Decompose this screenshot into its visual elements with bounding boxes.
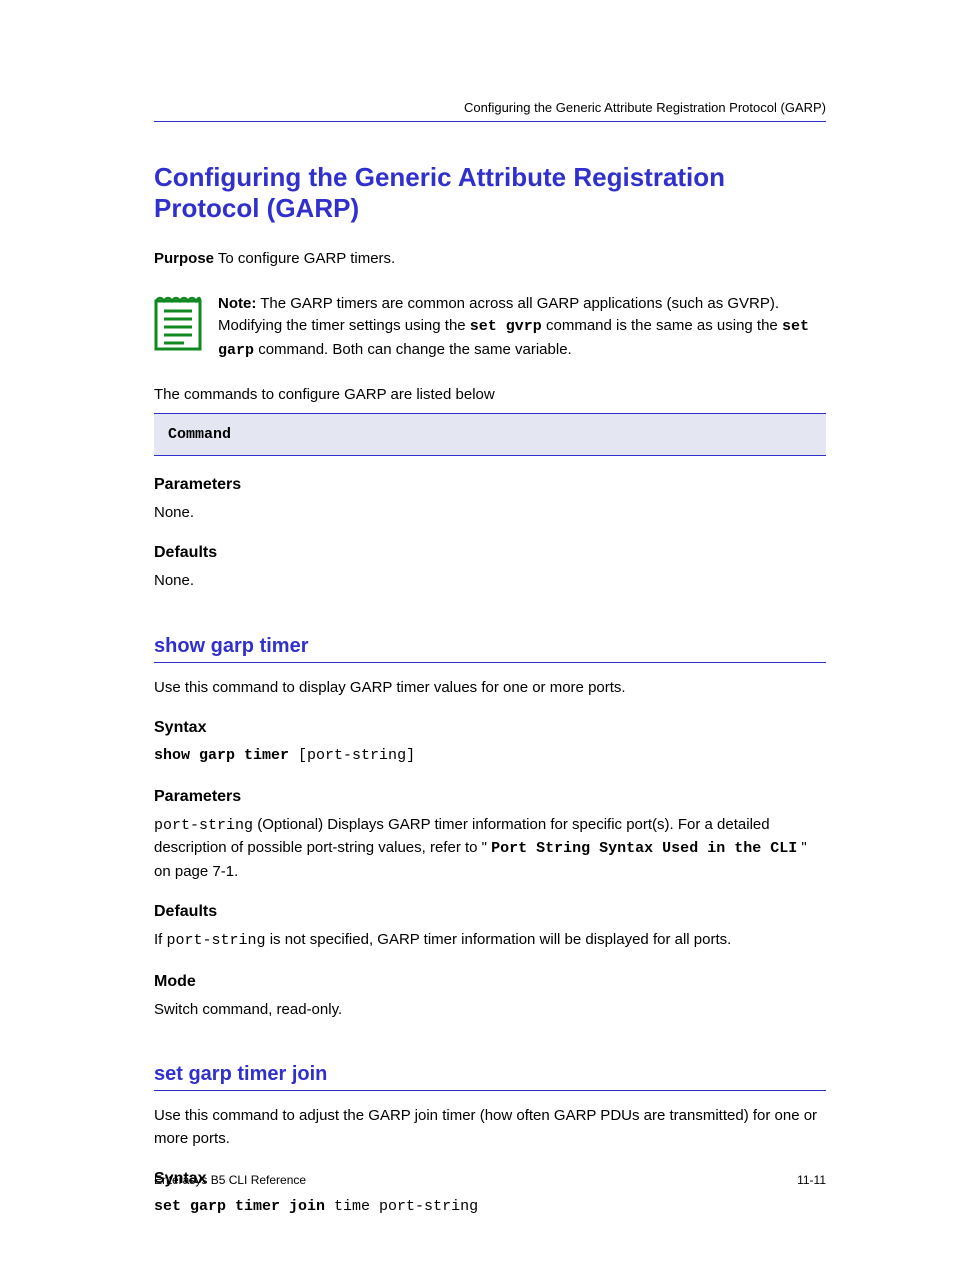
command-title-show-garp: show garp timer	[154, 635, 826, 658]
section-heading: Configuring the Generic Attribute Regist…	[154, 162, 826, 224]
purpose-label: Purpose	[154, 250, 214, 267]
note-label: Note:	[218, 295, 256, 312]
note-text-part3: command. Both can change the same variab…	[258, 341, 572, 358]
commands-intro-line: The commands to configure GARP are liste…	[154, 384, 826, 407]
command-title-set-garp: set garp timer join	[154, 1063, 826, 1086]
note-text-cmd1: set gvrp	[470, 318, 542, 335]
cmd1-defaults-p2: is not specified, GARP timer information…	[270, 931, 732, 948]
subhead-parameters: Parameters	[154, 476, 826, 494]
cmd1-syntax: show garp timer [port-string]	[154, 745, 826, 768]
subhead-defaults: Defaults	[154, 544, 826, 562]
page-footer: Enterasys B5 CLI Reference 11-11	[154, 1173, 826, 1187]
footer-page-number: 11-11	[797, 1173, 826, 1187]
command-title-rule-1	[154, 662, 826, 663]
subhead-syntax-1: Syntax	[154, 719, 826, 737]
subhead-parameters-1: Parameters	[154, 788, 826, 806]
section-running-header: Configuring the Generic Attribute Regist…	[154, 100, 826, 115]
cmd2-description: Use this command to adjust the GARP join…	[154, 1105, 826, 1150]
subhead-mode-1: Mode	[154, 973, 826, 991]
footer-doc-title: Enterasys B5 CLI Reference	[154, 1173, 306, 1187]
command-block: Command	[154, 413, 826, 456]
note-text-part2: command is the same as using the	[546, 317, 782, 334]
cmd1-mode: Switch command, read-only.	[154, 999, 826, 1022]
section-purpose-paragraph: Purpose To configure GARP timers.	[154, 248, 826, 271]
note-callout: Note: The GARP timers are common across …	[154, 293, 826, 363]
cmd2-syntax-fixed: set garp timer join	[154, 1198, 325, 1215]
cmd1-defaults: If port-string is not specified, GARP ti…	[154, 929, 826, 953]
cmd1-defaults-portstring: port-string	[167, 932, 266, 949]
command-title-rule-2	[154, 1090, 826, 1091]
header-rule	[154, 121, 826, 122]
cmd1-parameters: port-string (Optional) Displays GARP tim…	[154, 814, 826, 884]
purpose-text: To configure GARP timers.	[218, 250, 395, 267]
cmd2-syntax: set garp timer join time port-string	[154, 1196, 826, 1219]
cmd1-param-name: port-string	[154, 817, 253, 834]
cmd1-defaults-p1: If	[154, 931, 167, 948]
cmd1-syntax-variable: [port-string]	[298, 747, 415, 764]
notepad-icon	[154, 293, 202, 356]
cmd1-syntax-fixed: show garp timer	[154, 747, 289, 764]
command-col-header: Command	[168, 426, 231, 443]
parameters-none: None.	[154, 502, 826, 525]
cmd1-param-refcmd: Port String Syntax Used in the CLI	[491, 840, 797, 857]
subhead-defaults-1: Defaults	[154, 903, 826, 921]
defaults-none: None.	[154, 570, 826, 593]
cmd1-description: Use this command to display GARP timer v…	[154, 677, 826, 700]
cmd2-syntax-variable: time port-string	[334, 1198, 478, 1215]
